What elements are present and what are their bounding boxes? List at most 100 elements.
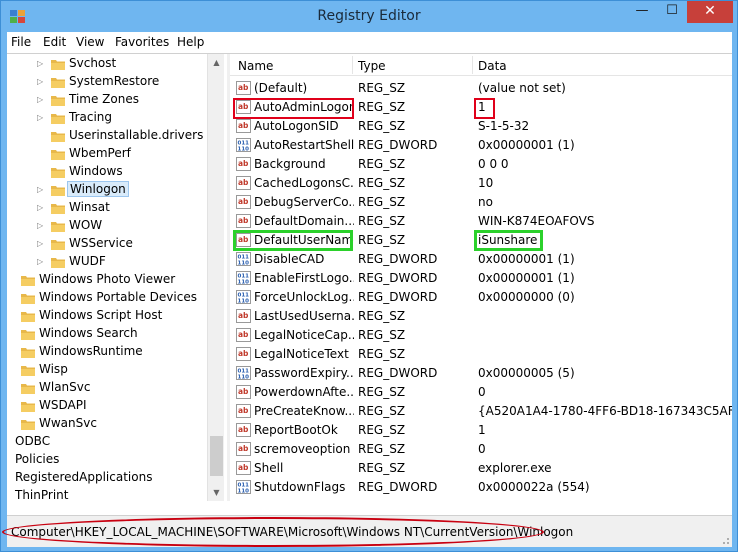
resize-grip-icon[interactable]	[720, 535, 730, 545]
expand-arrow-icon[interactable]: ▷	[37, 59, 45, 69]
scrollbar-thumb[interactable]	[210, 436, 223, 476]
scroll-down-arrow-icon[interactable]: ▼	[208, 484, 225, 501]
tree-item[interactable]: Windows Search	[7, 325, 207, 343]
tree-item[interactable]: WbemPerf	[7, 145, 207, 163]
value-row[interactable]: ab CachedLogonsC... REG_SZ 10	[230, 174, 732, 193]
tree-item-label[interactable]: Winsat	[67, 200, 112, 214]
tree-item[interactable]: ODBC	[7, 433, 207, 451]
scroll-up-arrow-icon[interactable]: ▲	[208, 54, 225, 71]
tree-item[interactable]: ▷ Time Zones	[7, 91, 207, 109]
tree-item[interactable]: Windows Script Host	[7, 307, 207, 325]
tree-item-label[interactable]: Windows Portable Devices	[37, 290, 199, 304]
tree-item[interactable]: Policies	[7, 451, 207, 469]
minimize-button[interactable]: —	[627, 1, 657, 23]
value-row[interactable]: ab (Default) REG_SZ (value not set)	[230, 79, 732, 98]
value-row[interactable]: 011 110 PasswordExpiry... REG_DWORD 0x000000…	[230, 364, 732, 383]
registry-key-tree[interactable]: ▷ Svchost ▷ SystemRestore ▷ Time Zones ▷ Tracin…	[7, 54, 227, 501]
value-row[interactable]: 011 110 DisableCAD REG_DWORD 0x00000001 (1)	[230, 250, 732, 269]
value-row[interactable]: ab LegalNoticeText REG_SZ	[230, 345, 732, 364]
tree-item-label[interactable]: WSDAPI	[37, 398, 89, 412]
column-divider[interactable]	[352, 56, 353, 74]
tree-item-label[interactable]: WwanSvc	[37, 416, 99, 430]
column-header-name[interactable]: Name	[238, 59, 273, 73]
value-row[interactable]: ab AutoLogonSID REG_SZ S-1-5-32	[230, 117, 732, 136]
tree-item[interactable]: ThinPrint	[7, 487, 207, 501]
column-header-type[interactable]: Type	[358, 59, 386, 73]
tree-item-label[interactable]: Winlogon	[67, 181, 129, 197]
tree-item[interactable]: Wisp	[7, 361, 207, 379]
tree-item[interactable]: Windows Photo Viewer	[7, 271, 207, 289]
expand-arrow-icon[interactable]: ▷	[37, 95, 45, 105]
tree-item[interactable]: Userinstallable.drivers	[7, 127, 207, 145]
expand-arrow-icon[interactable]: ▷	[37, 257, 45, 267]
value-row[interactable]: 011 110 EnableFirstLogo... REG_DWORD 0x00000…	[230, 269, 732, 288]
tree-item[interactable]: WlanSvc	[7, 379, 207, 397]
value-row[interactable]: ab Shell REG_SZ explorer.exe	[230, 459, 732, 478]
column-header-data[interactable]: Data	[478, 59, 507, 73]
value-name: LegalNoticeText	[254, 347, 349, 361]
value-row[interactable]: 011 110 ShutdownFlags REG_DWORD 0x0000022a (…	[230, 478, 732, 497]
tree-item-label[interactable]: Svchost	[67, 56, 118, 70]
tree-item[interactable]: Windows	[7, 163, 207, 181]
title-bar[interactable]: Registry Editor — ☐ ✕	[1, 1, 737, 32]
value-row[interactable]: ab scremoveoption REG_SZ 0	[230, 440, 732, 459]
column-divider[interactable]	[472, 56, 473, 74]
tree-item-label[interactable]: Time Zones	[67, 92, 141, 106]
tree-item[interactable]: WSDAPI	[7, 397, 207, 415]
tree-item[interactable]: WwanSvc	[7, 415, 207, 433]
tree-item-label[interactable]: Windows Photo Viewer	[37, 272, 177, 286]
tree-item[interactable]: WindowsRuntime	[7, 343, 207, 361]
expand-arrow-icon[interactable]: ▷	[37, 203, 45, 213]
tree-item[interactable]: ▷ Svchost	[7, 55, 207, 73]
close-button[interactable]: ✕	[687, 1, 733, 23]
menu-help[interactable]: Help	[177, 35, 204, 49]
tree-item[interactable]: ▷ WOW	[7, 217, 207, 235]
tree-item-label[interactable]: WSService	[67, 236, 135, 250]
tree-item-label[interactable]: Windows Search	[37, 326, 140, 340]
tree-item-label[interactable]: WindowsRuntime	[37, 344, 145, 358]
tree-item-label[interactable]: SystemRestore	[67, 74, 161, 88]
expand-arrow-icon[interactable]: ▷	[37, 221, 45, 231]
tree-item-label[interactable]: Policies	[13, 452, 61, 466]
value-row[interactable]: ab PowerdownAfte... REG_SZ 0	[230, 383, 732, 402]
menu-file[interactable]: File	[11, 35, 31, 49]
tree-item[interactable]: RegisteredApplications	[7, 469, 207, 487]
tree-item-label[interactable]: WbemPerf	[67, 146, 133, 160]
tree-item[interactable]: ▷ Winlogon	[7, 181, 207, 199]
value-row[interactable]: ab ReportBootOk REG_SZ 1	[230, 421, 732, 440]
expand-arrow-icon[interactable]: ▷	[37, 113, 45, 123]
menu-favorites[interactable]: Favorites	[115, 35, 169, 49]
tree-vertical-scrollbar[interactable]: ▲ ▼	[207, 54, 224, 501]
tree-item-label[interactable]: Windows	[67, 164, 125, 178]
expand-arrow-icon[interactable]: ▷	[37, 239, 45, 249]
tree-item-label[interactable]: ThinPrint	[13, 488, 70, 501]
expand-arrow-icon[interactable]: ▷	[37, 185, 45, 195]
value-row[interactable]: ab PreCreateKnow... REG_SZ {A520A1A4-1780-4…	[230, 402, 732, 421]
tree-item-label[interactable]: WUDF	[67, 254, 108, 268]
tree-item-label[interactable]: Tracing	[67, 110, 114, 124]
expand-arrow-icon[interactable]: ▷	[37, 77, 45, 87]
tree-item[interactable]: ▷ Winsat	[7, 199, 207, 217]
tree-item-label[interactable]: WOW	[67, 218, 104, 232]
tree-item[interactable]: ▷ Tracing	[7, 109, 207, 127]
value-row[interactable]: ab LastUsedUserna... REG_SZ	[230, 307, 732, 326]
tree-item-label[interactable]: WlanSvc	[37, 380, 92, 394]
tree-item[interactable]: Windows Portable Devices	[7, 289, 207, 307]
tree-item[interactable]: ▷ WUDF	[7, 253, 207, 271]
value-row[interactable]: 011 110 AutoRestartShell REG_DWORD 0x0000000…	[230, 136, 732, 155]
tree-item-label[interactable]: Wisp	[37, 362, 70, 376]
menu-view[interactable]: View	[76, 35, 104, 49]
value-row[interactable]: 011 110 ForceUnlockLog... REG_DWORD 0x000000…	[230, 288, 732, 307]
tree-item-label[interactable]: RegisteredApplications	[13, 470, 154, 484]
tree-item[interactable]: ▷ WSService	[7, 235, 207, 253]
value-row[interactable]: ab DefaultDomain... REG_SZ WIN-K874EOAFOVS	[230, 212, 732, 231]
value-row[interactable]: ab Background REG_SZ 0 0 0	[230, 155, 732, 174]
tree-item-label[interactable]: Userinstallable.drivers	[67, 128, 205, 142]
value-row[interactable]: ab DebugServerCo... REG_SZ no	[230, 193, 732, 212]
tree-item-label[interactable]: Windows Script Host	[37, 308, 164, 322]
menu-edit[interactable]: Edit	[43, 35, 66, 49]
value-row[interactable]: ab LegalNoticeCap... REG_SZ	[230, 326, 732, 345]
tree-item-label[interactable]: ODBC	[13, 434, 52, 448]
tree-item[interactable]: ▷ SystemRestore	[7, 73, 207, 91]
maximize-button[interactable]: ☐	[657, 1, 687, 23]
